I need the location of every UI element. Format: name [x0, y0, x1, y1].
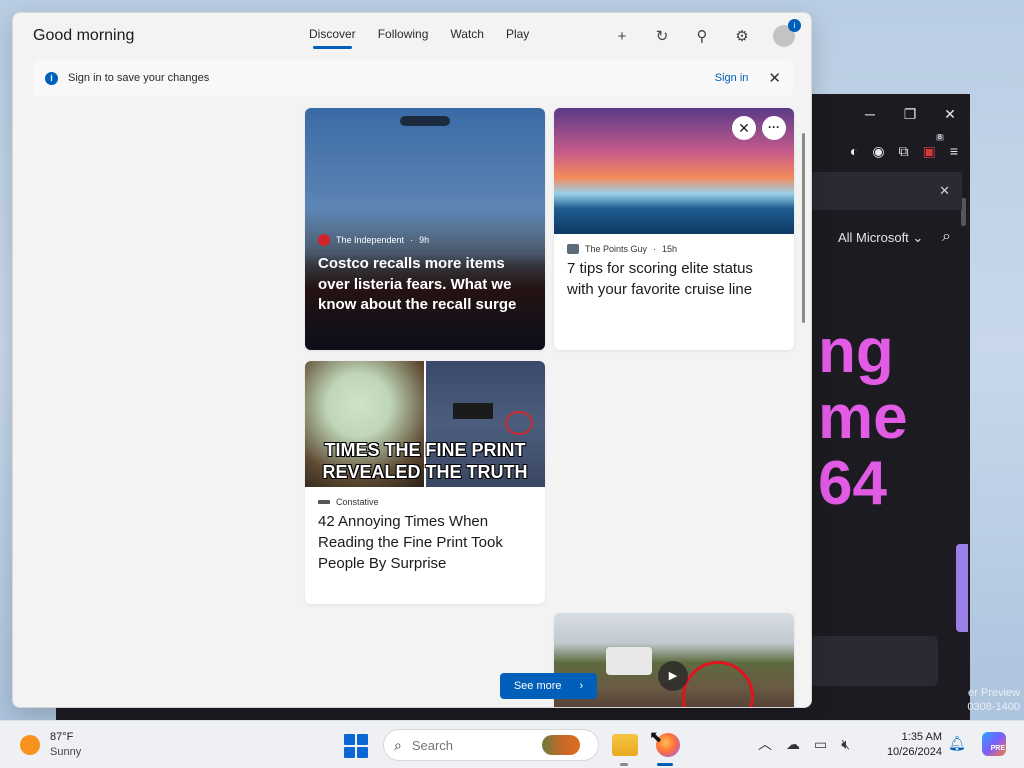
pin-icon[interactable]: ⚲ [693, 27, 711, 45]
greeting: Good morning [33, 27, 135, 44]
search-input[interactable] [411, 737, 532, 753]
weather-temp: 87°F [50, 731, 74, 743]
chevron-up-icon[interactable]: ︿ [758, 734, 772, 754]
minimize-icon[interactable]: ─ [850, 106, 890, 122]
info-icon: i [45, 71, 58, 85]
plus-icon[interactable]: + [613, 28, 631, 45]
mouse-cursor-icon: ⬉ [649, 729, 663, 746]
app-indicator [620, 763, 628, 766]
weather-widget[interactable]: 87°F Sunny [20, 730, 81, 760]
menu-icon[interactable]: ≡ [950, 143, 958, 159]
card-source: The Points Guy · 15h [567, 244, 677, 254]
theme-icon[interactable]: ◐ [850, 143, 858, 159]
network-icon[interactable]: ▭ [814, 736, 827, 753]
clock[interactable]: 1:35 AM 10/26/2024 [876, 730, 942, 760]
filter-dropdown[interactable]: All Microsoft ⌄ [838, 230, 923, 246]
notification-bar: ✕ [806, 172, 962, 210]
taskbar: 87°F Sunny ⌕ ︿ ☁ ▭ 🔇︎ 1:35 AM 10/26/2024… [0, 720, 1024, 768]
notification-close-icon[interactable]: ✕ [939, 183, 950, 199]
source-age: 15h [662, 244, 678, 254]
see-more-label: See more [513, 680, 562, 692]
hero-text: ng me 64 [818, 317, 908, 518]
widgets-board: Good morning Discover Following Watch Pl… [12, 12, 812, 708]
search-icon[interactable]: ⌕ [942, 228, 951, 246]
news-card-fine-print[interactable]: TIMES THE FINE PRINT REVEALED THE TRUTH … [305, 361, 545, 604]
window-controls: ─ ❐ ✕ [790, 94, 970, 134]
notification-bell-icon[interactable]: 🔔︎ [948, 735, 966, 752]
close-window-icon[interactable]: ✕ [930, 106, 970, 123]
chevron-down-icon: ⌄ [912, 230, 924, 245]
feed-tabs: Discover Following Watch Play [309, 27, 529, 49]
more-options-icon[interactable]: ··· [762, 116, 786, 140]
browser-toolbar: ◐ ◉ ⧉ ▣ 8 ≡ [800, 133, 970, 166]
source-name: The Independent [336, 235, 405, 245]
sun-icon [20, 735, 40, 755]
signin-banner: i Sign in to save your changes Sign in ✕ [33, 60, 793, 96]
news-card-costco[interactable]: The Independent · 9h Costco recalls more… [305, 108, 545, 350]
taskbar-search[interactable]: ⌕ [383, 729, 599, 761]
card-image [554, 108, 794, 234]
profile-badge: i [788, 19, 801, 32]
filter-label: All Microsoft [838, 230, 909, 245]
tab-watch[interactable]: Watch [450, 27, 484, 49]
time: 1:35 AM [901, 731, 942, 743]
system-tray: ︿ ☁ ▭ 🔇︎ [758, 734, 850, 754]
card-headline: 7 tips for scoring elite status with you… [567, 260, 753, 298]
extensions-icon[interactable]: ⧉ [899, 143, 909, 160]
points-guy-logo-icon [567, 244, 579, 254]
chevron-right-icon: › [579, 680, 584, 692]
refresh-icon[interactable]: ↻ [653, 27, 671, 45]
onedrive-icon[interactable]: ☁ [786, 736, 800, 753]
file-explorer-icon[interactable] [612, 734, 638, 756]
card-source: Constative [318, 497, 379, 507]
build-watermark: er Preview 0308-1400 [967, 687, 1020, 713]
news-card-cruise[interactable]: ✕ ··· The Points Guy · 15h 7 tips for sc… [554, 108, 794, 350]
signin-link[interactable]: Sign in [715, 72, 749, 84]
gear-icon[interactable]: ⚙ [733, 27, 751, 45]
account-icon[interactable]: ◉ [872, 143, 884, 160]
independent-logo-icon [318, 234, 330, 246]
app-indicator-active [657, 763, 673, 766]
dismiss-card-icon[interactable]: ✕ [732, 116, 756, 140]
play-icon[interactable]: ▶ [658, 661, 688, 691]
tab-following[interactable]: Following [378, 27, 429, 49]
profile-icon[interactable]: i [773, 19, 801, 47]
search-icon: ⌕ [394, 736, 402, 753]
copilot-badge: PRE [990, 745, 1005, 752]
carousel-indicator[interactable] [400, 116, 450, 126]
source-name: The Points Guy [585, 244, 648, 254]
see-more-button[interactable]: See more › [500, 673, 597, 699]
content-panel [810, 636, 938, 686]
feed-scrollbar[interactable] [802, 133, 805, 323]
constative-logo-icon [318, 500, 330, 504]
source-name: Constative [336, 497, 379, 507]
card-headline: Costco recalls more items over listeria … [318, 255, 517, 313]
extension-badge: 8 [935, 133, 944, 141]
search-highlight-icon [541, 735, 580, 755]
card-source: The Independent · 9h [318, 234, 429, 246]
date: 10/26/2024 [886, 746, 942, 758]
restore-icon[interactable]: ❐ [890, 106, 930, 123]
weather-condition: Sunny [50, 746, 82, 758]
ublock-icon[interactable]: ▣ 8 [923, 133, 944, 160]
source-age: 9h [419, 235, 430, 245]
start-button[interactable] [344, 734, 368, 758]
image-caption: TIMES THE FINE PRINT REVEALED THE TRUTH [322, 440, 528, 482]
tab-discover[interactable]: Discover [309, 27, 356, 49]
copilot-icon[interactable]: PRE [982, 732, 1006, 756]
side-handle[interactable] [956, 544, 968, 632]
signin-message: Sign in to save your changes [68, 72, 210, 84]
close-icon[interactable]: ✕ [768, 69, 781, 87]
card-headline: 42 Annoying Times When Reading the Fine … [318, 513, 503, 572]
board-actions: + ↻ ⚲ ⚙ i [613, 19, 801, 47]
volume-muted-icon[interactable]: 🔇︎ [841, 736, 850, 753]
tab-play[interactable]: Play [506, 27, 529, 49]
